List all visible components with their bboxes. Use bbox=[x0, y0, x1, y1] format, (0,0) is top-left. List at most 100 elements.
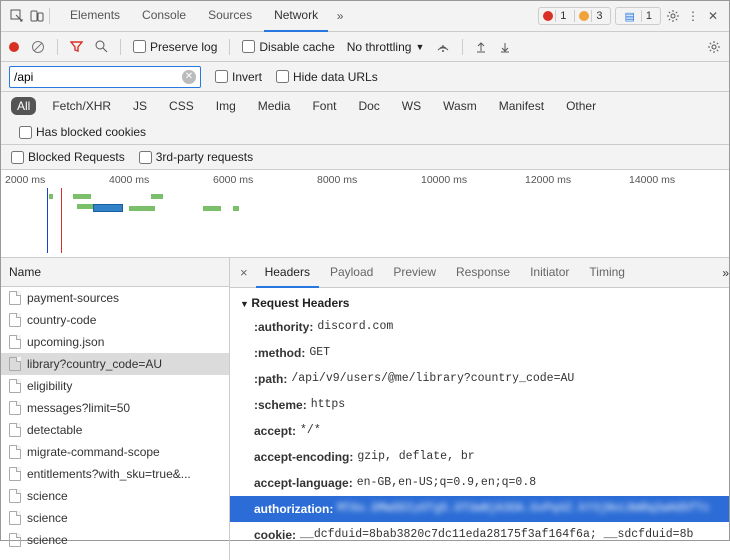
requests-header[interactable]: Name bbox=[1, 258, 229, 287]
device-icon[interactable] bbox=[29, 8, 45, 24]
has-blocked-cookies-checkbox[interactable]: Has blocked cookies bbox=[19, 125, 146, 139]
type-filter-other[interactable]: Other bbox=[560, 97, 602, 115]
warn-count: 3 bbox=[591, 10, 606, 22]
third-party-checkbox[interactable]: 3rd-party requests bbox=[139, 150, 253, 164]
download-icon[interactable] bbox=[499, 41, 511, 53]
more-tabs-icon[interactable]: » bbox=[332, 8, 348, 24]
timeline-label: 10000 ms bbox=[417, 174, 521, 186]
tab-console[interactable]: Console bbox=[132, 0, 196, 32]
more-tabs-icon[interactable]: » bbox=[722, 266, 729, 280]
disable-cache-checkbox[interactable]: Disable cache bbox=[242, 40, 334, 54]
request-name: eligibility bbox=[27, 379, 72, 393]
error-count: 1 bbox=[555, 10, 570, 22]
header-row[interactable]: accept:*/* bbox=[230, 418, 729, 444]
details-tab-payload[interactable]: Payload bbox=[321, 258, 382, 288]
request-row[interactable]: science bbox=[1, 485, 229, 507]
request-name: migrate-command-scope bbox=[27, 445, 160, 459]
kebab-icon[interactable]: ⋮ bbox=[685, 8, 701, 24]
tab-sources[interactable]: Sources bbox=[198, 0, 262, 32]
header-row[interactable]: accept-language:en-GB,en-US;q=0.9,en;q=0… bbox=[230, 470, 729, 496]
request-row[interactable]: upcoming.json bbox=[1, 331, 229, 353]
request-row[interactable]: messages?limit=50 bbox=[1, 397, 229, 419]
blocked-requests-checkbox[interactable]: Blocked Requests bbox=[11, 150, 125, 164]
request-headers-section[interactable]: Request Headers bbox=[230, 292, 729, 314]
filter-input[interactable] bbox=[14, 70, 182, 84]
headers-panel: Request Headers :authority:discord.com:m… bbox=[230, 288, 729, 560]
header-row[interactable]: authorization:MTAx.DMwODIyOTg5.OTUwNjA3O… bbox=[230, 496, 729, 522]
details-tab-timing[interactable]: Timing bbox=[580, 258, 634, 288]
filter-icon[interactable] bbox=[70, 40, 83, 53]
timeline-overview[interactable]: 2000 ms4000 ms6000 ms8000 ms10000 ms1200… bbox=[1, 170, 729, 258]
search-icon[interactable] bbox=[95, 40, 108, 53]
message-count: 1 bbox=[641, 10, 656, 22]
upload-icon[interactable] bbox=[475, 41, 487, 53]
request-row[interactable]: detectable bbox=[1, 419, 229, 441]
filter-input-box[interactable]: ✕ bbox=[9, 66, 201, 88]
request-row[interactable]: migrate-command-scope bbox=[1, 441, 229, 463]
header-row[interactable]: :scheme:https bbox=[230, 392, 729, 418]
header-value: MTAx.DMwODIyOTg5.OTUwNjA3OA.GxPq4Z.kY3jN… bbox=[337, 500, 710, 518]
network-conditions-icon[interactable] bbox=[436, 40, 450, 54]
settings-icon[interactable] bbox=[665, 8, 681, 24]
settings-icon[interactable] bbox=[707, 40, 721, 54]
messages-badge[interactable]: ▤1 bbox=[615, 7, 661, 25]
type-filter-css[interactable]: CSS bbox=[163, 97, 200, 115]
file-icon bbox=[9, 511, 21, 525]
close-icon[interactable]: ✕ bbox=[705, 8, 721, 24]
file-icon bbox=[9, 445, 21, 459]
preserve-log-checkbox[interactable]: Preserve log bbox=[133, 40, 217, 54]
tab-network[interactable]: Network bbox=[264, 0, 328, 32]
warn-icon bbox=[579, 11, 589, 21]
details-tab-preview[interactable]: Preview bbox=[384, 258, 445, 288]
type-filter-manifest[interactable]: Manifest bbox=[493, 97, 550, 115]
request-row[interactable]: payment-sources bbox=[1, 287, 229, 309]
details-tab-headers[interactable]: Headers bbox=[256, 258, 319, 288]
record-button[interactable] bbox=[9, 42, 19, 52]
header-row[interactable]: :path:/api/v9/users/@me/library?country_… bbox=[230, 366, 729, 392]
separator bbox=[49, 8, 50, 24]
file-icon bbox=[9, 357, 21, 371]
close-details-icon[interactable]: × bbox=[234, 265, 254, 280]
request-row[interactable]: country-code bbox=[1, 309, 229, 331]
type-filter-media[interactable]: Media bbox=[252, 97, 297, 115]
header-row[interactable]: accept-encoding:gzip, deflate, br bbox=[230, 444, 729, 470]
file-icon bbox=[9, 423, 21, 437]
request-row[interactable]: science bbox=[1, 529, 229, 551]
request-row[interactable]: eligibility bbox=[1, 375, 229, 397]
request-row[interactable]: science bbox=[1, 507, 229, 529]
details-tab-initiator[interactable]: Initiator bbox=[521, 258, 578, 288]
issues-badges[interactable]: 1 3 bbox=[538, 7, 611, 25]
type-filter-wasm[interactable]: Wasm bbox=[437, 97, 483, 115]
request-row[interactable]: library?country_code=AU bbox=[1, 353, 229, 375]
type-filter-ws[interactable]: WS bbox=[396, 97, 427, 115]
inspect-icon[interactable] bbox=[9, 8, 25, 24]
header-row[interactable]: :authority:discord.com bbox=[230, 314, 729, 340]
request-name: upcoming.json bbox=[27, 335, 104, 349]
type-filter-img[interactable]: Img bbox=[210, 97, 242, 115]
clear-filter-icon[interactable]: ✕ bbox=[182, 70, 196, 84]
hide-data-urls-checkbox[interactable]: Hide data URLs bbox=[276, 70, 378, 84]
invert-checkbox[interactable]: Invert bbox=[215, 70, 262, 84]
header-row[interactable]: :method:GET bbox=[230, 340, 729, 366]
tab-elements[interactable]: Elements bbox=[60, 0, 130, 32]
clear-icon[interactable] bbox=[31, 40, 45, 54]
request-row[interactable]: entitlements?with_sku=true&... bbox=[1, 463, 229, 485]
header-value: discord.com bbox=[317, 318, 393, 336]
request-name: science bbox=[27, 533, 68, 547]
type-filter-doc[interactable]: Doc bbox=[352, 97, 385, 115]
header-name: :authority: bbox=[254, 318, 313, 336]
type-filter-js[interactable]: JS bbox=[127, 97, 153, 115]
timeline-label: 8000 ms bbox=[313, 174, 417, 186]
type-filter-fetch-xhr[interactable]: Fetch/XHR bbox=[46, 97, 117, 115]
request-list: payment-sources country-code upcoming.json… bbox=[1, 287, 229, 560]
details-tab-response[interactable]: Response bbox=[447, 258, 519, 288]
throttling-select[interactable]: No throttling ▼ bbox=[347, 40, 425, 54]
header-value: /api/v9/users/@me/library?country_code=A… bbox=[291, 370, 574, 388]
header-row[interactable]: cookie:__dcfduid=8bab3820c7dc11eda28175f… bbox=[230, 522, 729, 548]
request-name: science bbox=[27, 511, 68, 525]
request-name: country-code bbox=[27, 313, 96, 327]
header-value: gzip, deflate, br bbox=[357, 448, 474, 466]
file-icon bbox=[9, 489, 21, 503]
type-filter-font[interactable]: Font bbox=[306, 97, 342, 115]
type-filter-all[interactable]: All bbox=[11, 97, 36, 115]
